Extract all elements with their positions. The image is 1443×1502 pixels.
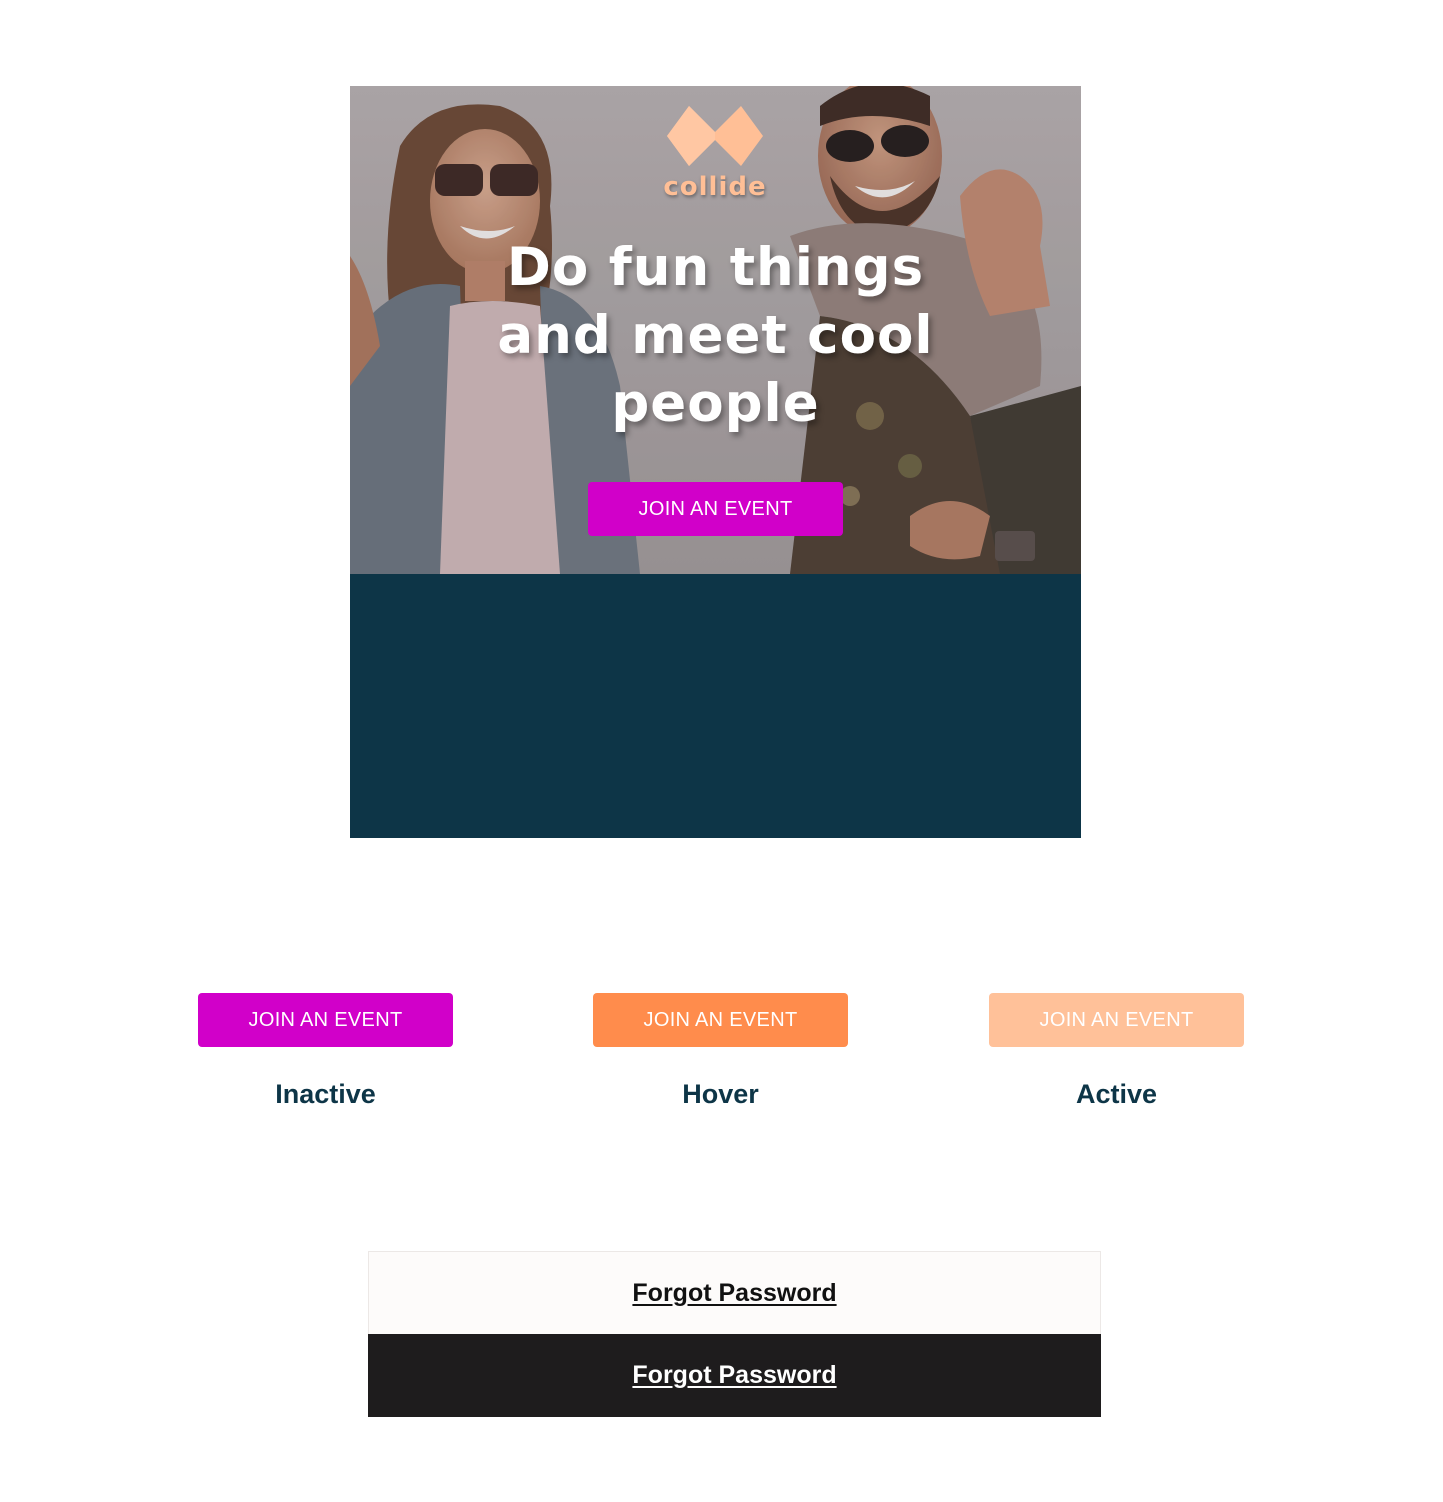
join-event-button-hover[interactable]: JOIN AN EVENT [593, 993, 848, 1047]
state-hover: JOIN AN EVENT Hover [593, 993, 848, 1123]
state-label-inactive: Inactive [275, 1079, 376, 1109]
join-event-button-inactive[interactable]: JOIN AN EVENT [198, 993, 453, 1047]
forgot-password-bar-dark: Forgot Password [368, 1334, 1101, 1417]
forgot-password-bar-light: Forgot Password [368, 1251, 1101, 1334]
state-inactive: JOIN AN EVENT Inactive [198, 993, 453, 1123]
state-active: JOIN AN EVENT Active [989, 993, 1244, 1123]
join-event-button-active[interactable]: JOIN AN EVENT [989, 993, 1244, 1047]
hero-card: collide Do fun things and meet cool peop… [350, 86, 1081, 838]
hero-headline: Do fun things and meet cool people [497, 237, 934, 434]
logo-text: collide [663, 172, 767, 202]
logo: collide [660, 102, 770, 212]
state-label-active: Active [1075, 1079, 1158, 1109]
forgot-password-link-light[interactable]: Forgot Password [632, 1279, 836, 1307]
join-event-button[interactable]: JOIN AN EVENT [588, 482, 843, 536]
collide-logo-icon [667, 106, 763, 166]
forgot-password-link-dark[interactable]: Forgot Password [632, 1361, 836, 1389]
state-label-hover: Hover [682, 1079, 759, 1109]
